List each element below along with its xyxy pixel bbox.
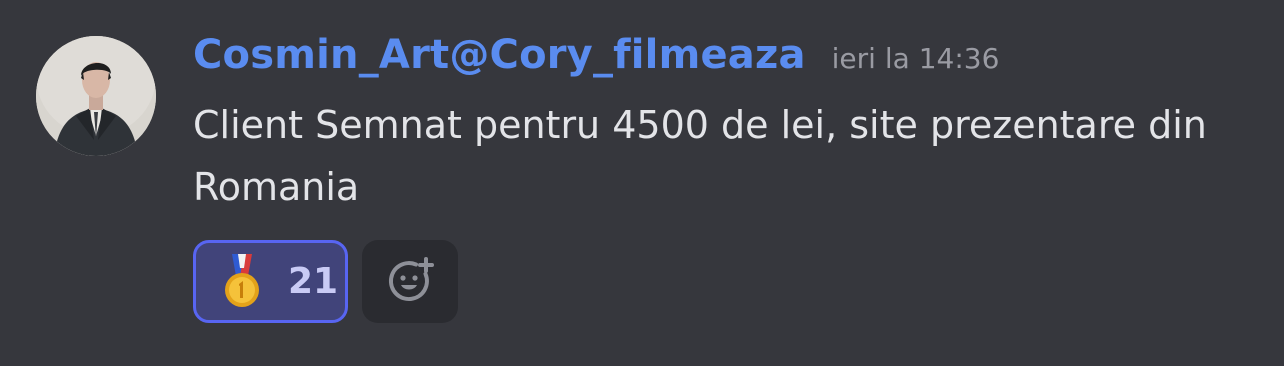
first-place-medal-icon <box>222 253 262 310</box>
message-content: Client Semnat pentru 4500 de lei, site p… <box>193 103 1207 209</box>
reaction-medal[interactable]: 21 <box>193 240 348 323</box>
chat-message: Cosmin_Art@Cory_filmeaza ieri la 14:36 C… <box>0 0 1284 366</box>
reactions-bar: 21 <box>193 240 458 323</box>
message-timestamp: ieri la 14:36 <box>831 42 1000 75</box>
add-reaction-icon <box>386 256 434 308</box>
reaction-count: 21 <box>288 261 339 302</box>
add-reaction-button[interactable] <box>362 240 458 323</box>
avatar[interactable] <box>36 36 156 156</box>
username[interactable]: Cosmin_Art@Cory_filmeaza <box>193 32 806 78</box>
message-header: Cosmin_Art@Cory_filmeaza ieri la 14:36 <box>193 32 999 88</box>
avatar-image <box>36 36 156 156</box>
